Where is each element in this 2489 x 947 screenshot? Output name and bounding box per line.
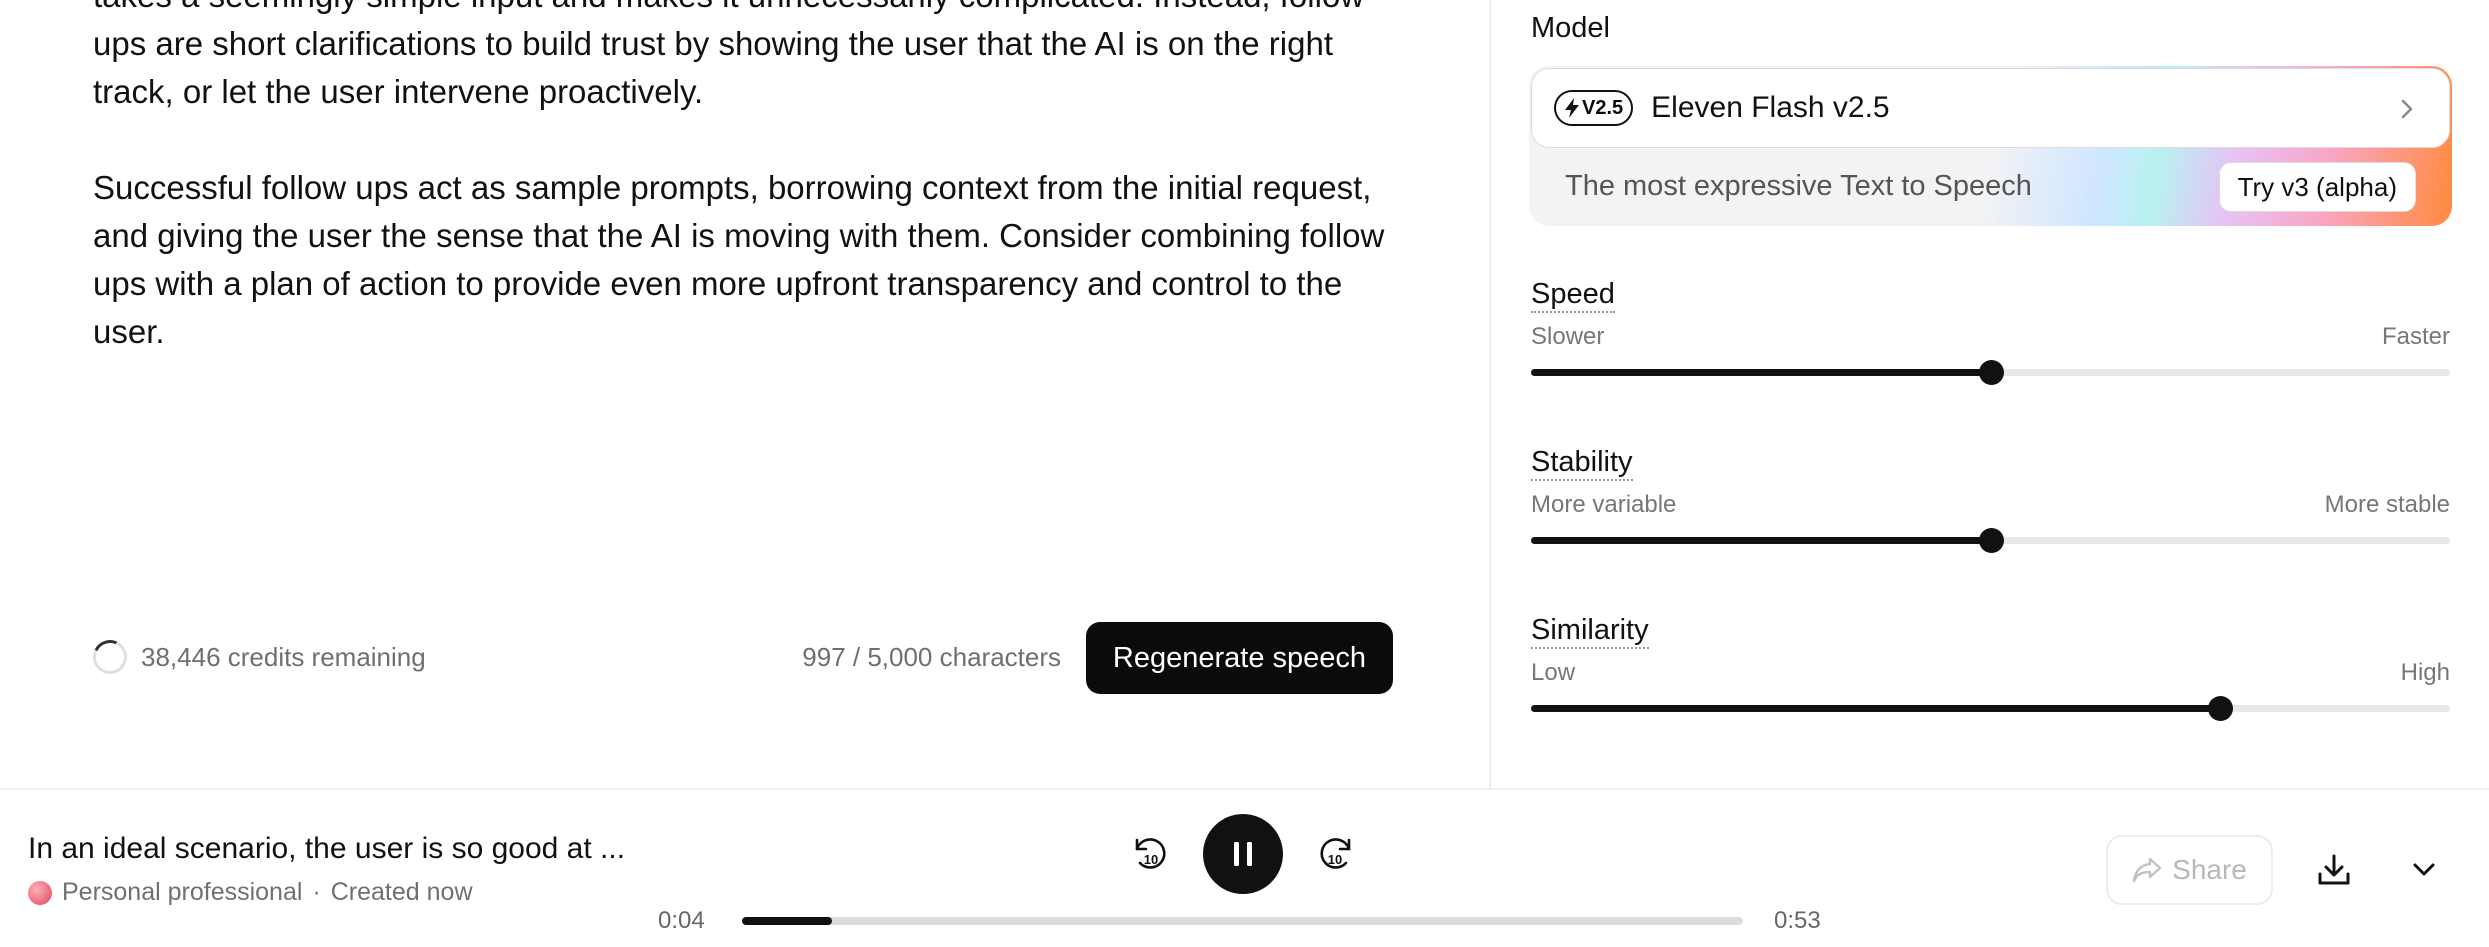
model-card: V2.5 Eleven Flash v2.5 The most expressi… [1529,66,2452,226]
stability-min-label: More variable [1531,491,1677,518]
download-icon[interactable] [2314,850,2354,890]
slider-thumb[interactable] [2208,696,2234,721]
regenerate-speech-button[interactable]: Regenerate speech [1086,622,1393,694]
slider-fill [1531,537,1991,544]
speed-slider-group: Speed Slower Faster [1531,277,2450,385]
slider-thumb[interactable] [1978,360,2004,385]
try-v3-button[interactable]: Try v3 (alpha) [2218,162,2416,212]
meta-separator: · [312,878,321,906]
share-icon [2132,857,2162,883]
model-label: Model [1531,12,1610,44]
speed-label: Speed [1531,277,1615,313]
stability-label: Stability [1531,445,1633,481]
skip-forward-10-button[interactable]: 10 [1314,832,1358,876]
editor-paragraph[interactable]: Successful follow ups act as sample prom… [93,164,1413,356]
chevron-right-icon [2401,99,2413,119]
playback-progress-bar[interactable] [742,917,1743,925]
created-time: Created now [330,878,473,906]
playback-progress-fill [742,917,833,925]
total-time: 0:53 [1774,907,1821,934]
audio-player: In an ideal scenario, the user is so goo… [0,790,2489,947]
track-title[interactable]: In an ideal scenario, the user is so goo… [28,832,625,866]
share-label: Share [2172,854,2247,885]
model-selector[interactable]: V2.5 Eleven Flash v2.5 [1531,68,2450,148]
share-button[interactable]: Share [2106,835,2273,905]
track-meta: Personal professional · Created now [28,878,473,907]
pause-icon [1234,842,1252,866]
slider-thumb[interactable] [1978,528,2004,553]
stability-slider[interactable] [1531,528,2450,553]
credits-indicator: 38,446 credits remaining [88,635,426,679]
similarity-slider[interactable] [1531,696,2450,721]
slider-fill [1531,369,1991,376]
text-editor-pane: takes a seemingly simple input and makes… [0,0,1489,788]
character-count: 997 / 5,000 characters [802,642,1061,672]
editor-paragraph[interactable]: takes a seemingly simple input and makes… [93,0,1413,116]
model-name: Eleven Flash v2.5 [1651,91,1890,124]
chevron-down-icon[interactable] [2404,850,2444,890]
pause-button[interactable] [1203,814,1283,894]
current-time: 0:04 [658,907,705,934]
stability-max-label: More stable [2324,491,2450,518]
speed-min-label: Slower [1531,323,1605,350]
stability-slider-group: Stability More variable More stable [1531,445,2450,553]
speed-slider[interactable] [1531,360,2450,385]
similarity-slider-group: Similarity Low High [1531,613,2450,721]
svg-text:10: 10 [1144,852,1158,867]
similarity-min-label: Low [1531,659,1576,686]
settings-panel: Model V2.5 Eleven Flash v2.5 The most ex… [1491,0,2489,788]
voice-name: Personal professional [62,878,303,906]
credits-ring-icon [88,635,132,679]
lightning-icon [1565,98,1579,118]
credits-remaining: 38,446 credits remaining [141,641,426,672]
text-editor[interactable]: takes a seemingly simple input and makes… [93,0,1413,404]
similarity-label: Similarity [1531,613,1649,649]
model-promo-text: The most expressive Text to Speech [1565,170,2032,202]
slider-fill [1531,705,2221,712]
model-version-badge: V2.5 [1554,90,1634,126]
svg-text:10: 10 [1328,852,1342,867]
skip-back-10-button[interactable]: 10 [1128,832,1172,876]
similarity-max-label: High [2400,659,2450,686]
voice-avatar [28,880,52,905]
speed-max-label: Faster [2381,323,2450,350]
